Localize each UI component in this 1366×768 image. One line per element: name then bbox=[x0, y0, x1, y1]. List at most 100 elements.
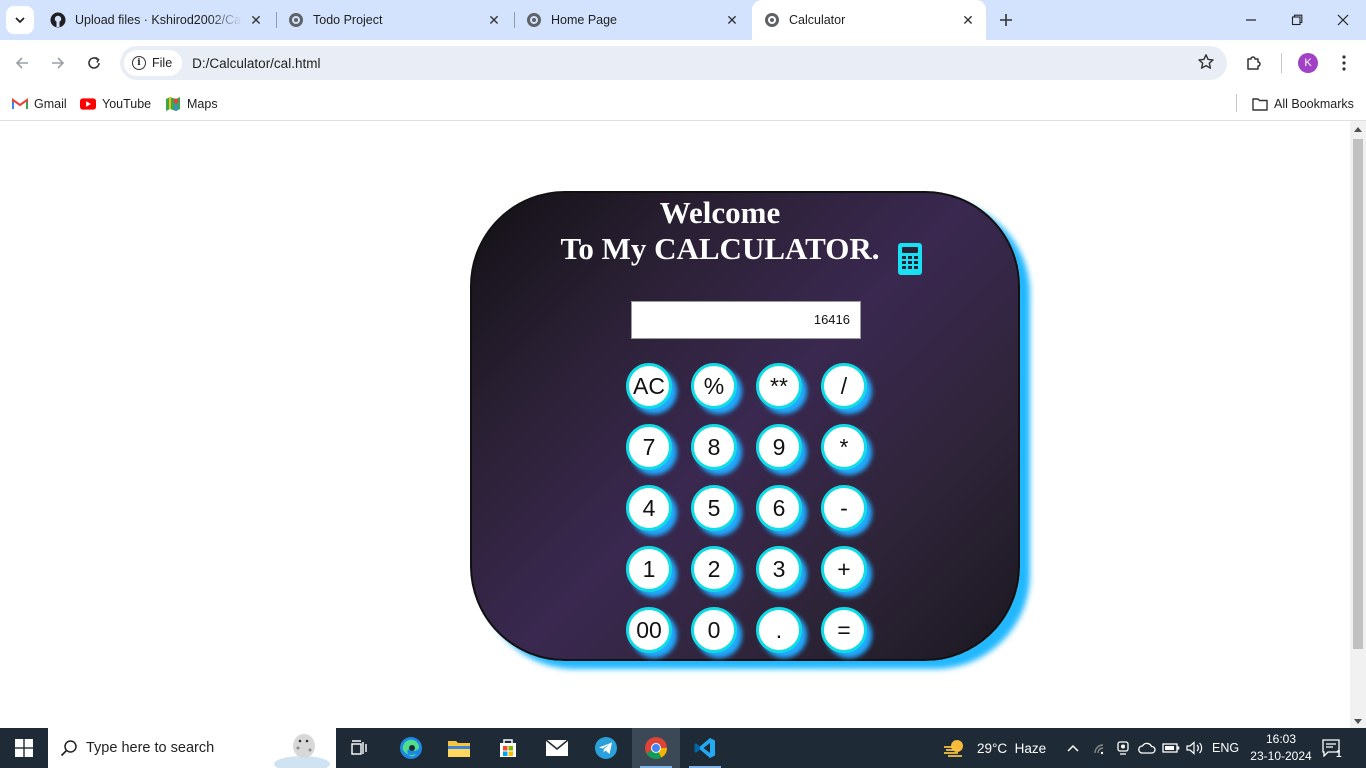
weather-widget[interactable]: 29°C Haze bbox=[943, 728, 1046, 768]
key-plus[interactable]: + bbox=[821, 546, 867, 592]
chevron-down-icon bbox=[15, 17, 25, 24]
volume-status[interactable] bbox=[1186, 728, 1204, 768]
key-2[interactable]: 2 bbox=[691, 546, 737, 592]
battery-status[interactable] bbox=[1162, 728, 1180, 768]
calculator-panel: Welcome To My CALCULATOR. 16416 AC % ** … bbox=[470, 191, 1020, 661]
site-info-chip[interactable]: i File bbox=[124, 50, 183, 76]
calculator-icon bbox=[898, 243, 922, 275]
chevron-up-icon bbox=[1067, 744, 1079, 752]
speaker-icon bbox=[1186, 741, 1203, 755]
address-bar[interactable]: i File D:/Calculator/cal.html bbox=[120, 46, 1227, 80]
key-9[interactable]: 9 bbox=[756, 424, 802, 470]
key-3[interactable]: 3 bbox=[756, 546, 802, 592]
key-7[interactable]: 7 bbox=[626, 424, 672, 470]
tab-todo-project[interactable]: Todo Project ✕ bbox=[276, 6, 512, 34]
tab-search-button[interactable] bbox=[6, 6, 34, 34]
key-8[interactable]: 8 bbox=[691, 424, 737, 470]
webcam-icon bbox=[1117, 741, 1129, 755]
battery-icon bbox=[1162, 743, 1180, 753]
puzzle-icon bbox=[1247, 56, 1261, 70]
calculator-display[interactable]: 16416 bbox=[631, 301, 861, 339]
scroll-down-arrow-icon[interactable] bbox=[1354, 719, 1362, 724]
key-multiply[interactable]: * bbox=[821, 424, 867, 470]
start-button[interactable] bbox=[0, 728, 48, 768]
forward-button[interactable] bbox=[44, 49, 72, 77]
back-button[interactable] bbox=[8, 49, 36, 77]
windows-taskbar: Type here to search 29°C Haze ENG 16:03 … bbox=[0, 728, 1366, 768]
bookmark-label: Maps bbox=[187, 97, 218, 111]
taskbar-search-box[interactable]: Type here to search bbox=[48, 728, 336, 768]
taskbar-clock[interactable]: 16:03 23-10-2024 bbox=[1246, 731, 1316, 765]
input-language[interactable]: ENG bbox=[1212, 728, 1239, 768]
show-hidden-icons-button[interactable] bbox=[1066, 728, 1080, 768]
bookmark-youtube[interactable]: YouTube bbox=[80, 92, 151, 116]
key-5[interactable]: 5 bbox=[691, 485, 737, 531]
scroll-up-arrow-icon[interactable] bbox=[1354, 127, 1362, 132]
close-window-button[interactable] bbox=[1320, 0, 1366, 40]
close-icon[interactable]: ✕ bbox=[486, 12, 502, 28]
minimize-button[interactable] bbox=[1228, 0, 1274, 40]
tab-home-page[interactable]: Home Page ✕ bbox=[514, 6, 750, 34]
tab-calculator[interactable]: Calculator ✕ bbox=[752, 0, 986, 40]
bookmark-star-icon[interactable] bbox=[1197, 53, 1215, 74]
bookmarks-bar: Gmail YouTube Maps All Bookmarks bbox=[0, 86, 1366, 121]
profile-button[interactable]: K bbox=[1294, 49, 1322, 77]
bookmark-gmail[interactable]: Gmail bbox=[12, 92, 67, 116]
key-00[interactable]: 00 bbox=[626, 607, 672, 653]
task-view-button[interactable] bbox=[336, 728, 384, 768]
tab-title: Home Page bbox=[551, 13, 618, 27]
restore-icon bbox=[1291, 14, 1303, 26]
key-ac[interactable]: AC bbox=[626, 363, 672, 409]
key-1[interactable]: 1 bbox=[626, 546, 672, 592]
scrollbar-thumb[interactable] bbox=[1353, 139, 1363, 649]
bookmark-label: Gmail bbox=[34, 97, 67, 111]
url-text[interactable]: D:/Calculator/cal.html bbox=[192, 56, 320, 71]
search-icon bbox=[60, 740, 77, 757]
gmail-icon bbox=[12, 96, 28, 112]
all-bookmarks-button[interactable]: All Bookmarks bbox=[1252, 92, 1354, 116]
telegram-app[interactable] bbox=[582, 728, 630, 768]
tab-title: Todo Project bbox=[313, 13, 383, 27]
tab-upload-files[interactable]: Upload files · Kshirod2002/Calc ✕ bbox=[38, 6, 274, 34]
key-divide[interactable]: / bbox=[821, 363, 867, 409]
close-icon[interactable]: ✕ bbox=[248, 12, 264, 28]
key-power[interactable]: ** bbox=[756, 363, 802, 409]
mail-icon bbox=[545, 739, 569, 756]
network-status[interactable] bbox=[1093, 728, 1109, 768]
haze-icon bbox=[944, 740, 963, 757]
key-decimal[interactable]: . bbox=[756, 607, 802, 653]
chrome-icon bbox=[645, 737, 667, 759]
onedrive-status[interactable] bbox=[1138, 728, 1156, 768]
tab-title: Calculator bbox=[789, 13, 846, 27]
wifi-icon bbox=[1094, 744, 1104, 755]
key-0[interactable]: 0 bbox=[691, 607, 737, 653]
extensions-button[interactable] bbox=[1240, 49, 1268, 77]
restore-button[interactable] bbox=[1274, 0, 1320, 40]
reload-button[interactable] bbox=[80, 49, 108, 77]
close-icon[interactable]: ✕ bbox=[960, 12, 976, 28]
new-tab-button[interactable] bbox=[994, 8, 1018, 32]
telegram-icon bbox=[595, 737, 617, 759]
mail-app[interactable] bbox=[533, 728, 581, 768]
edge-app[interactable] bbox=[387, 728, 435, 768]
notification-center-button[interactable]: 1 bbox=[1322, 728, 1342, 768]
file-explorer-app[interactable] bbox=[435, 728, 483, 768]
chrome-app[interactable] bbox=[632, 728, 680, 768]
vscode-icon bbox=[694, 738, 715, 758]
avatar: K bbox=[1298, 53, 1318, 73]
key-4[interactable]: 4 bbox=[626, 485, 672, 531]
key-percent[interactable]: % bbox=[691, 363, 737, 409]
globe-icon bbox=[764, 12, 780, 28]
bookmark-maps[interactable]: Maps bbox=[165, 92, 218, 116]
meet-now-button[interactable] bbox=[1116, 728, 1130, 768]
menu-button[interactable] bbox=[1330, 49, 1358, 77]
folder-icon bbox=[1252, 96, 1268, 112]
close-icon[interactable]: ✕ bbox=[724, 12, 740, 28]
clock-date: 23-10-2024 bbox=[1250, 749, 1312, 763]
page-scrollbar[interactable] bbox=[1350, 121, 1366, 728]
key-6[interactable]: 6 bbox=[756, 485, 802, 531]
key-equals[interactable]: = bbox=[821, 607, 867, 653]
vscode-app[interactable] bbox=[681, 728, 729, 768]
key-minus[interactable]: - bbox=[821, 485, 867, 531]
store-app[interactable] bbox=[484, 728, 532, 768]
